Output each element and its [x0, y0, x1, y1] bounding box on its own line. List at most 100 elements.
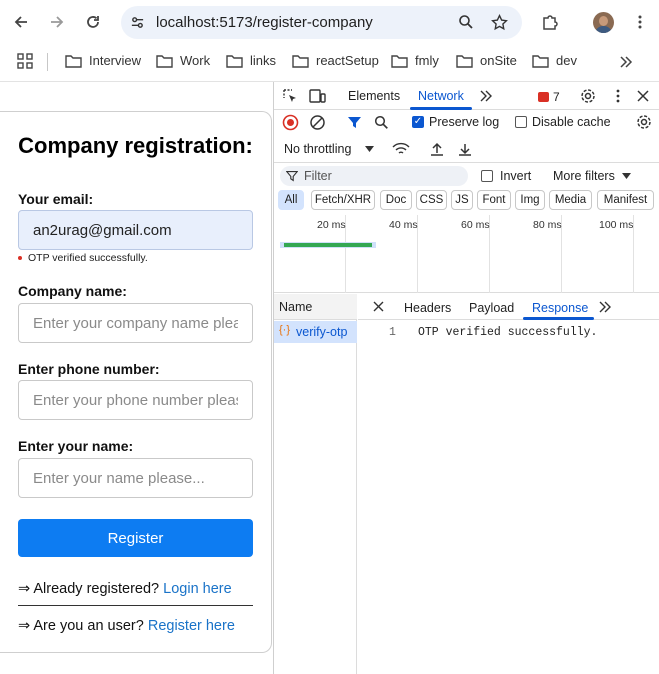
back-button[interactable]	[9, 10, 33, 34]
folder-icon	[226, 54, 243, 68]
email-label: Your email:	[18, 191, 94, 207]
phone-label: Enter phone number:	[18, 361, 160, 377]
network-settings-icon[interactable]	[636, 114, 652, 130]
type-filter-media[interactable]: Media	[549, 190, 592, 210]
type-filter-manifest[interactable]: Manifest	[597, 190, 654, 210]
export-har-icon[interactable]	[458, 142, 472, 157]
bookmark-label: dev	[556, 53, 577, 68]
more-bookmarks-icon[interactable]	[619, 55, 633, 69]
type-filter-fetch-xhr[interactable]: Fetch/XHR	[311, 190, 375, 210]
response-text: OTP verified successfully.	[418, 326, 598, 339]
apps-grid-icon[interactable]	[17, 53, 33, 69]
bookmark-label: Interview	[89, 53, 142, 68]
tab-payload[interactable]: Payload	[469, 301, 514, 315]
chrome-menu-button[interactable]	[628, 10, 652, 34]
type-filter-css[interactable]: CSS	[416, 190, 447, 210]
detail-tab-bar: Headers Payload Response	[358, 294, 659, 320]
close-icon[interactable]	[373, 301, 384, 312]
device-toolbar-icon[interactable]	[309, 88, 326, 104]
address-bar[interactable]: localhost:5173/register-company	[121, 6, 522, 39]
site-info-icon[interactable]	[130, 15, 145, 30]
type-filter-all[interactable]: All	[278, 190, 304, 210]
zoom-icon[interactable]	[458, 14, 474, 30]
filter-funnel-icon[interactable]	[347, 115, 362, 130]
bookmark-label: fmly	[415, 53, 439, 68]
network-toolbar-2: No throttling	[274, 136, 659, 163]
inspect-element-icon[interactable]	[282, 88, 298, 104]
folder-icon	[156, 54, 173, 68]
name-label: Enter your name:	[18, 438, 134, 454]
type-filter-js[interactable]: JS	[451, 190, 473, 210]
devtools-menu-icon[interactable]	[610, 88, 626, 104]
close-devtools-icon[interactable]	[636, 89, 650, 103]
bookmark-reactsetup[interactable]: reactSetup	[292, 53, 379, 68]
email-field[interactable]	[18, 210, 253, 250]
tab-elements[interactable]: Elements	[348, 89, 400, 103]
tab-response[interactable]: Response	[532, 301, 588, 315]
request-bar	[284, 243, 372, 247]
bookmark-fmly[interactable]: fmly	[391, 53, 439, 68]
timeline-tick-label: 100 ms	[599, 219, 634, 231]
folder-icon	[391, 54, 408, 68]
type-filter-img[interactable]: Img	[515, 190, 545, 210]
name-field[interactable]	[18, 458, 253, 498]
devtools-panel: Elements Network 7 ✓ Preserve log Disabl…	[273, 82, 659, 674]
filter-placeholder: Filter	[304, 169, 332, 183]
bookmark-star-icon[interactable]	[491, 14, 508, 31]
issues-badge[interactable]: 7	[538, 90, 560, 104]
bookmarks-bar: Interview Work links reactSetup fmly onS…	[0, 45, 659, 81]
bookmark-onsite[interactable]: onSite	[456, 53, 517, 68]
avatar-face	[599, 16, 608, 26]
timeline-tick-label: 40 ms	[389, 219, 418, 231]
import-har-icon[interactable]	[430, 142, 444, 157]
company-name-field[interactable]	[18, 303, 253, 343]
back-arrow-icon	[14, 16, 27, 28]
name-column-header[interactable]: Name	[274, 294, 357, 320]
bookmark-links[interactable]: links	[226, 53, 276, 68]
user-register-text: ⇒ Are you an user?	[18, 618, 144, 634]
record-icon[interactable]	[282, 114, 299, 131]
extensions-button[interactable]	[538, 10, 562, 34]
phone-field[interactable]	[18, 380, 253, 420]
clear-icon[interactable]	[309, 114, 326, 131]
disable-cache-label: Disable cache	[532, 115, 611, 129]
type-filter-font[interactable]: Font	[477, 190, 511, 210]
bookmark-dev[interactable]: dev	[532, 53, 577, 68]
divider	[18, 605, 253, 606]
tab-network[interactable]: Network	[418, 89, 464, 103]
already-registered-text: ⇒ Already registered?	[18, 581, 160, 597]
more-filters-button[interactable]: More filters	[553, 169, 631, 183]
login-link[interactable]: Login here	[163, 581, 232, 597]
settings-gear-icon[interactable]	[580, 88, 596, 104]
network-timeline[interactable]: 20 ms 40 ms 60 ms 80 ms 100 ms	[274, 215, 659, 293]
line-number: 1	[389, 326, 396, 339]
filter-input[interactable]: Filter	[280, 166, 468, 186]
already-registered-line: ⇒ Already registered? Login here	[18, 581, 232, 597]
folder-icon	[292, 54, 309, 68]
search-icon[interactable]	[374, 115, 389, 130]
checkbox-unchecked-icon	[515, 116, 527, 128]
invert-label: Invert	[500, 169, 532, 183]
bookmark-work[interactable]: Work	[156, 53, 210, 68]
puzzle-icon	[543, 15, 558, 30]
disable-cache-toggle[interactable]: Disable cache	[515, 115, 611, 129]
request-row[interactable]: {·} verify-otp	[274, 321, 357, 343]
throttling-value: No throttling	[284, 142, 352, 156]
tab-headers[interactable]: Headers	[404, 301, 451, 315]
more-tabs-icon[interactable]	[479, 90, 492, 102]
reload-button[interactable]	[81, 10, 105, 34]
throttling-select[interactable]: No throttling	[284, 142, 375, 156]
profile-avatar[interactable]	[593, 12, 614, 33]
invert-toggle[interactable]: Invert	[481, 169, 531, 183]
bookmark-interview[interactable]: Interview	[65, 53, 141, 68]
register-link[interactable]: Register here	[148, 618, 235, 634]
company-name-label: Company name:	[18, 283, 127, 299]
more-tabs-icon[interactable]	[598, 301, 611, 313]
preserve-log-toggle[interactable]: ✓ Preserve log	[412, 115, 499, 129]
forward-button[interactable]	[45, 10, 69, 34]
url-text: localhost:5173/register-company	[156, 14, 373, 31]
network-conditions-icon[interactable]	[392, 142, 410, 157]
register-button[interactable]: Register	[18, 519, 253, 557]
type-filter-doc[interactable]: Doc	[380, 190, 412, 210]
issues-count: 7	[553, 90, 560, 104]
